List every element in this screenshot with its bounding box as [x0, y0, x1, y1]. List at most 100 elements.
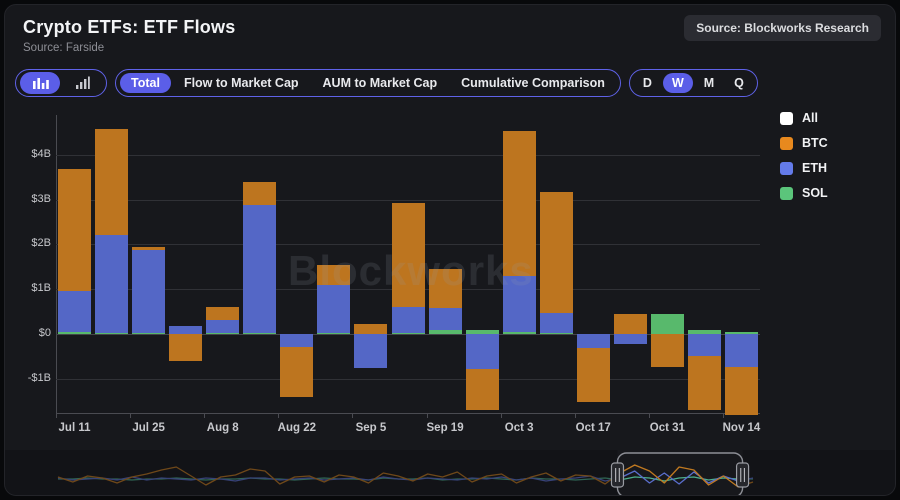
legend-item-sol[interactable]: SOL	[780, 186, 828, 200]
bar-segment-btc-jul-18	[95, 129, 128, 236]
x-axis-label: Aug 8	[207, 422, 239, 434]
bar-segment-sol-sep-19	[429, 330, 462, 334]
x-axis-tick	[501, 413, 502, 418]
bar-segment-btc-sep-19	[429, 269, 462, 308]
bar-segment-sol-jul-25	[132, 333, 165, 334]
bar-segment-btc-sep-26	[466, 369, 499, 409]
legend-label-btc: BTC	[802, 136, 828, 150]
bar-segment-btc-oct-10	[540, 192, 573, 313]
bar-segment-btc-oct-24	[614, 314, 647, 334]
chart-card: Crypto ETFs: ETF Flows Source: Farside S…	[4, 4, 896, 496]
bar-segment-btc-aug-22	[280, 347, 313, 397]
x-axis-label: Aug 22	[278, 422, 316, 434]
navigator	[5, 448, 896, 496]
bar-segment-eth-sep-19	[429, 308, 462, 330]
legend-item-btc[interactable]: BTC	[780, 136, 828, 150]
x-axis-label: Jul 25	[132, 422, 165, 434]
x-axis-tick	[649, 413, 650, 418]
bar-segment-btc-oct-31	[651, 334, 684, 367]
x-axis-line	[56, 413, 760, 414]
y-axis-label: $4B	[5, 148, 51, 160]
bar-segment-btc-aug-8	[206, 307, 239, 320]
bar-segment-eth-sep-5	[354, 334, 387, 368]
x-axis-label: Oct 31	[650, 422, 685, 434]
bar-segment-eth-aug-8	[206, 320, 239, 333]
legend-swatch-all	[780, 112, 793, 125]
bar-segment-eth-aug-29	[317, 285, 350, 333]
bar-segment-btc-aug-1	[169, 334, 202, 361]
bar-segment-sol-aug-29	[317, 333, 350, 334]
gridline-$3B	[56, 200, 760, 201]
bar-segment-eth-aug-15	[243, 205, 276, 333]
gridline--$1B	[56, 379, 760, 380]
bar-segment-eth-nov-14	[725, 334, 758, 367]
bar-segment-btc-jul-25	[132, 247, 165, 251]
bar-segment-eth-aug-22	[280, 334, 313, 347]
legend-swatch-sol	[780, 187, 793, 200]
bar-segment-sol-oct-31	[651, 314, 684, 334]
legend-item-all[interactable]: All	[780, 111, 828, 125]
bar-segment-sol-aug-15	[243, 333, 276, 334]
bar-segment-sol-sep-12	[392, 333, 425, 334]
legend: All BTC ETH SOL	[780, 111, 828, 200]
bar-segment-eth-jul-25	[132, 250, 165, 332]
x-axis-tick	[278, 413, 279, 418]
bar-segment-btc-jul-11	[58, 169, 91, 291]
bar-segment-sol-jul-11	[58, 332, 91, 334]
bar-segment-eth-sep-26	[466, 334, 499, 369]
bar-segment-eth-oct-10	[540, 313, 573, 333]
bar-segment-btc-oct-3	[503, 131, 536, 276]
bar-segment-btc-aug-15	[243, 182, 276, 205]
gridline-$4B	[56, 155, 760, 156]
bar-segment-eth-sep-12	[392, 307, 425, 333]
legend-label-all: All	[802, 111, 818, 125]
y-axis-label: $2B	[5, 237, 51, 249]
y-axis-label: -$1B	[5, 372, 51, 384]
bar-segment-eth-jul-11	[58, 291, 91, 332]
x-axis-label: Sep 5	[356, 422, 387, 434]
navigator-dim-right	[743, 450, 896, 496]
bar-segment-eth-aug-1	[169, 326, 202, 334]
legend-swatch-btc	[780, 137, 793, 150]
bar-segment-btc-oct-17	[577, 348, 610, 402]
x-axis-label: Nov 14	[723, 422, 761, 434]
x-axis-tick	[427, 413, 428, 418]
legend-item-eth[interactable]: ETH	[780, 161, 828, 175]
bar-segment-btc-sep-12	[392, 203, 425, 306]
x-axis-tick	[204, 413, 205, 418]
bar-segment-btc-sep-5	[354, 324, 387, 334]
brush-window[interactable]	[617, 453, 742, 496]
x-axis-tick	[575, 413, 576, 418]
bar-segment-btc-aug-29	[317, 265, 350, 286]
legend-label-sol: SOL	[802, 186, 828, 200]
bar-segment-eth-oct-24	[614, 334, 647, 344]
legend-label-eth: ETH	[802, 161, 827, 175]
x-axis-tick	[352, 413, 353, 418]
x-axis-tick	[130, 413, 131, 418]
x-axis-label: Jul 11	[59, 422, 91, 434]
bar-segment-btc-nov-7	[688, 356, 721, 410]
brush-handle-left[interactable]	[611, 463, 623, 487]
navigator-dim-left	[5, 450, 617, 496]
y-axis-label: $3B	[5, 193, 51, 205]
y-axis-line	[56, 115, 57, 414]
brush-handle-right[interactable]	[737, 463, 749, 487]
bar-segment-eth-jul-18	[95, 235, 128, 332]
x-axis-tick	[56, 413, 57, 418]
x-axis-label: Oct 17	[576, 422, 611, 434]
bar-segment-eth-oct-3	[503, 276, 536, 332]
main-chart: Blockworks $4B$3B$2B$1B$0-$1BJul 11Jul 2…	[5, 5, 775, 450]
bar-segment-btc-nov-14	[725, 367, 758, 415]
bar-segment-sol-aug-8	[206, 333, 239, 334]
bar-segment-eth-oct-17	[577, 334, 610, 348]
legend-swatch-eth	[780, 162, 793, 175]
y-axis-label: $0	[5, 327, 51, 339]
bar-segment-sol-oct-3	[503, 332, 536, 334]
x-axis-label: Oct 3	[505, 422, 534, 434]
bar-segment-sol-jul-18	[95, 333, 128, 334]
x-axis-tick	[723, 413, 724, 418]
y-axis-label: $1B	[5, 282, 51, 294]
bar-segment-sol-oct-10	[540, 333, 573, 334]
x-axis-label: Sep 19	[427, 422, 464, 434]
bar-segment-eth-nov-7	[688, 334, 721, 356]
